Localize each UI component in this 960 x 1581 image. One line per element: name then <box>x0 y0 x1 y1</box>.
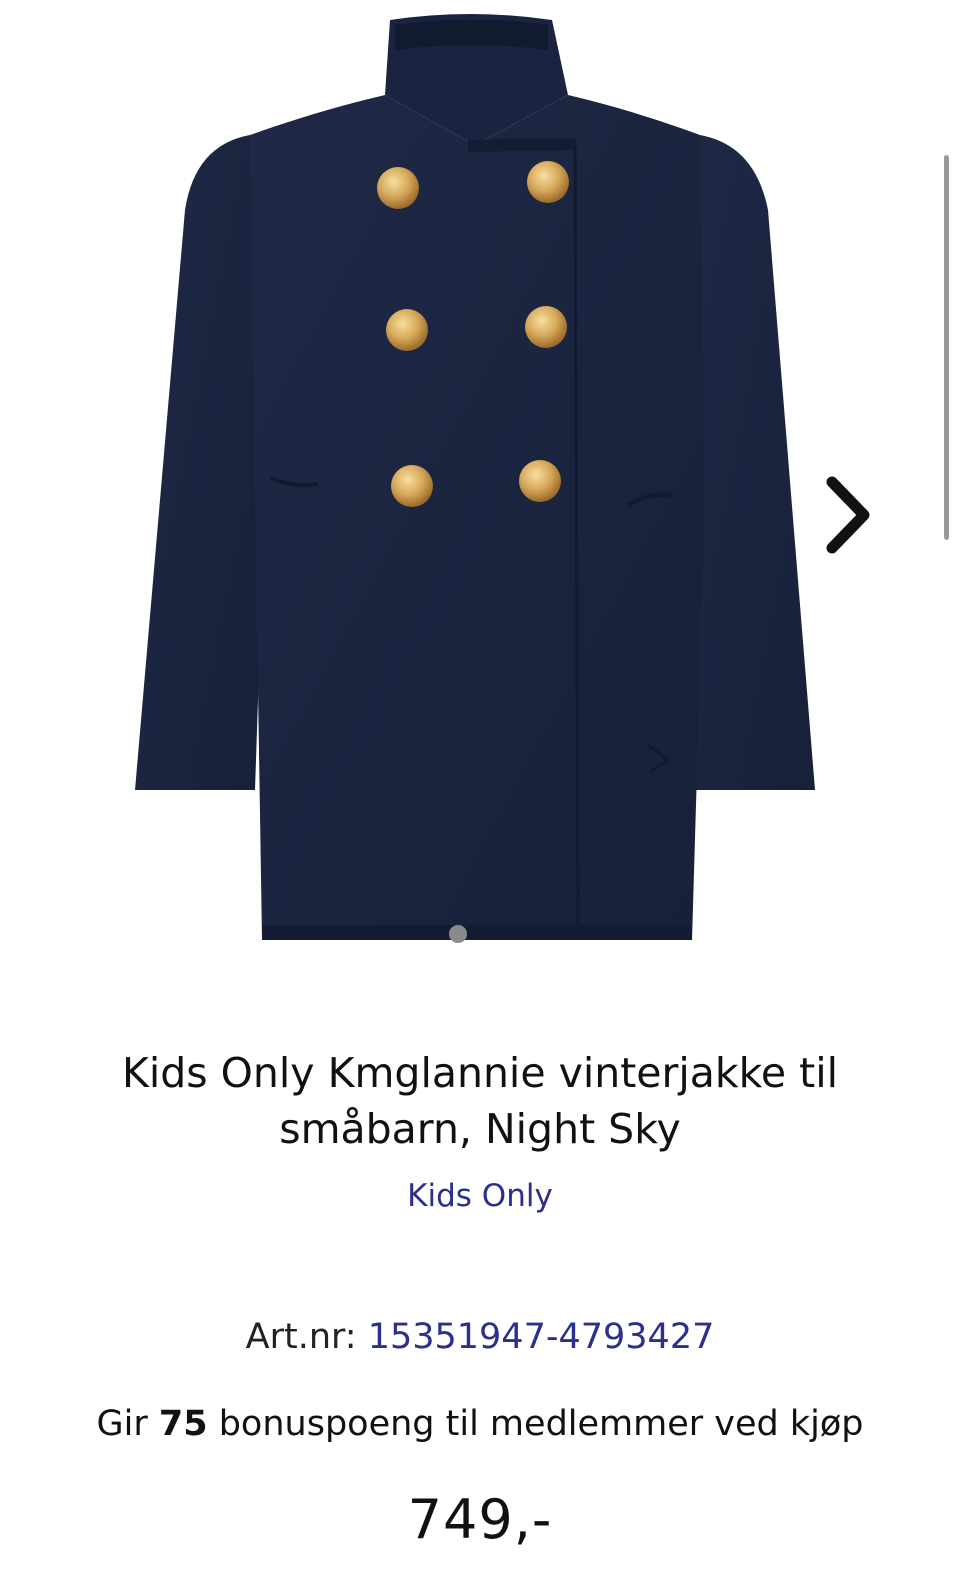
product-image <box>135 14 815 940</box>
article-number-label: Art.nr: <box>245 1317 368 1357</box>
article-number-value[interactable]: 15351947-4793427 <box>368 1317 715 1357</box>
scrollbar[interactable] <box>944 155 949 540</box>
product-title: Kids Only Kmglannie vinterjakke til småb… <box>121 1049 839 1153</box>
bonus-points-value: 75 <box>158 1404 208 1444</box>
bonus-suffix: bonuspoeng til medlemmer ved kjøp <box>207 1404 864 1444</box>
price: 749,- <box>407 1488 553 1551</box>
product-page: Kids Only Kmglannie vinterjakke til småb… <box>0 0 960 1581</box>
brand-link[interactable]: Kids Only <box>0 1174 960 1218</box>
article-number: Art.nr: 15351947-4793427 <box>0 1314 960 1360</box>
chevron-right-icon <box>826 476 870 554</box>
next-image-button[interactable] <box>818 470 878 560</box>
bonus-prefix: Gir <box>96 1404 159 1444</box>
carousel-dot[interactable] <box>449 925 467 943</box>
image-gallery[interactable] <box>0 0 960 960</box>
bonus-points-text: Gir 75 bonuspoeng til medlemmer ved kjøp <box>0 1400 960 1448</box>
